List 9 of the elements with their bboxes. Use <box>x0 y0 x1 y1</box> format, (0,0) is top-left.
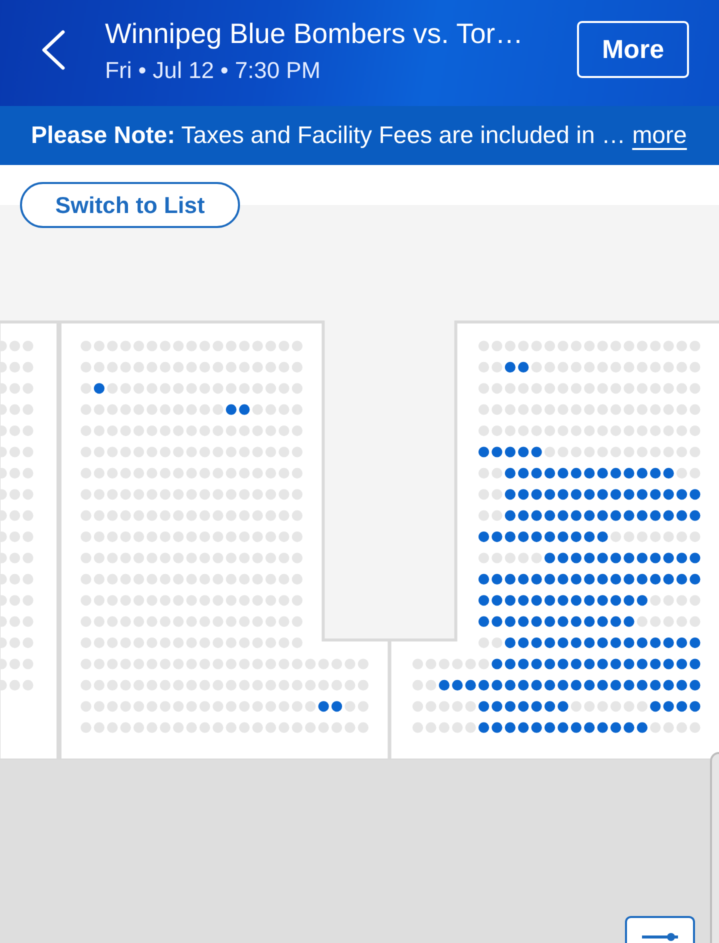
slider-icon <box>642 932 678 943</box>
switch-view-button[interactable]: Switch to List <box>20 182 240 228</box>
event-date: Fri • Jul 12 • 7:30 PM <box>105 56 322 84</box>
more-button[interactable]: More <box>577 21 689 78</box>
chevron-left-icon <box>41 30 65 70</box>
note-text: Please Note: Taxes and Facility Fees are included in … more <box>31 122 687 150</box>
event-title: Winnipeg Blue Bombers vs. Tor… <box>105 18 524 50</box>
filter-button[interactable] <box>625 916 695 943</box>
more-link[interactable]: more <box>632 122 687 148</box>
